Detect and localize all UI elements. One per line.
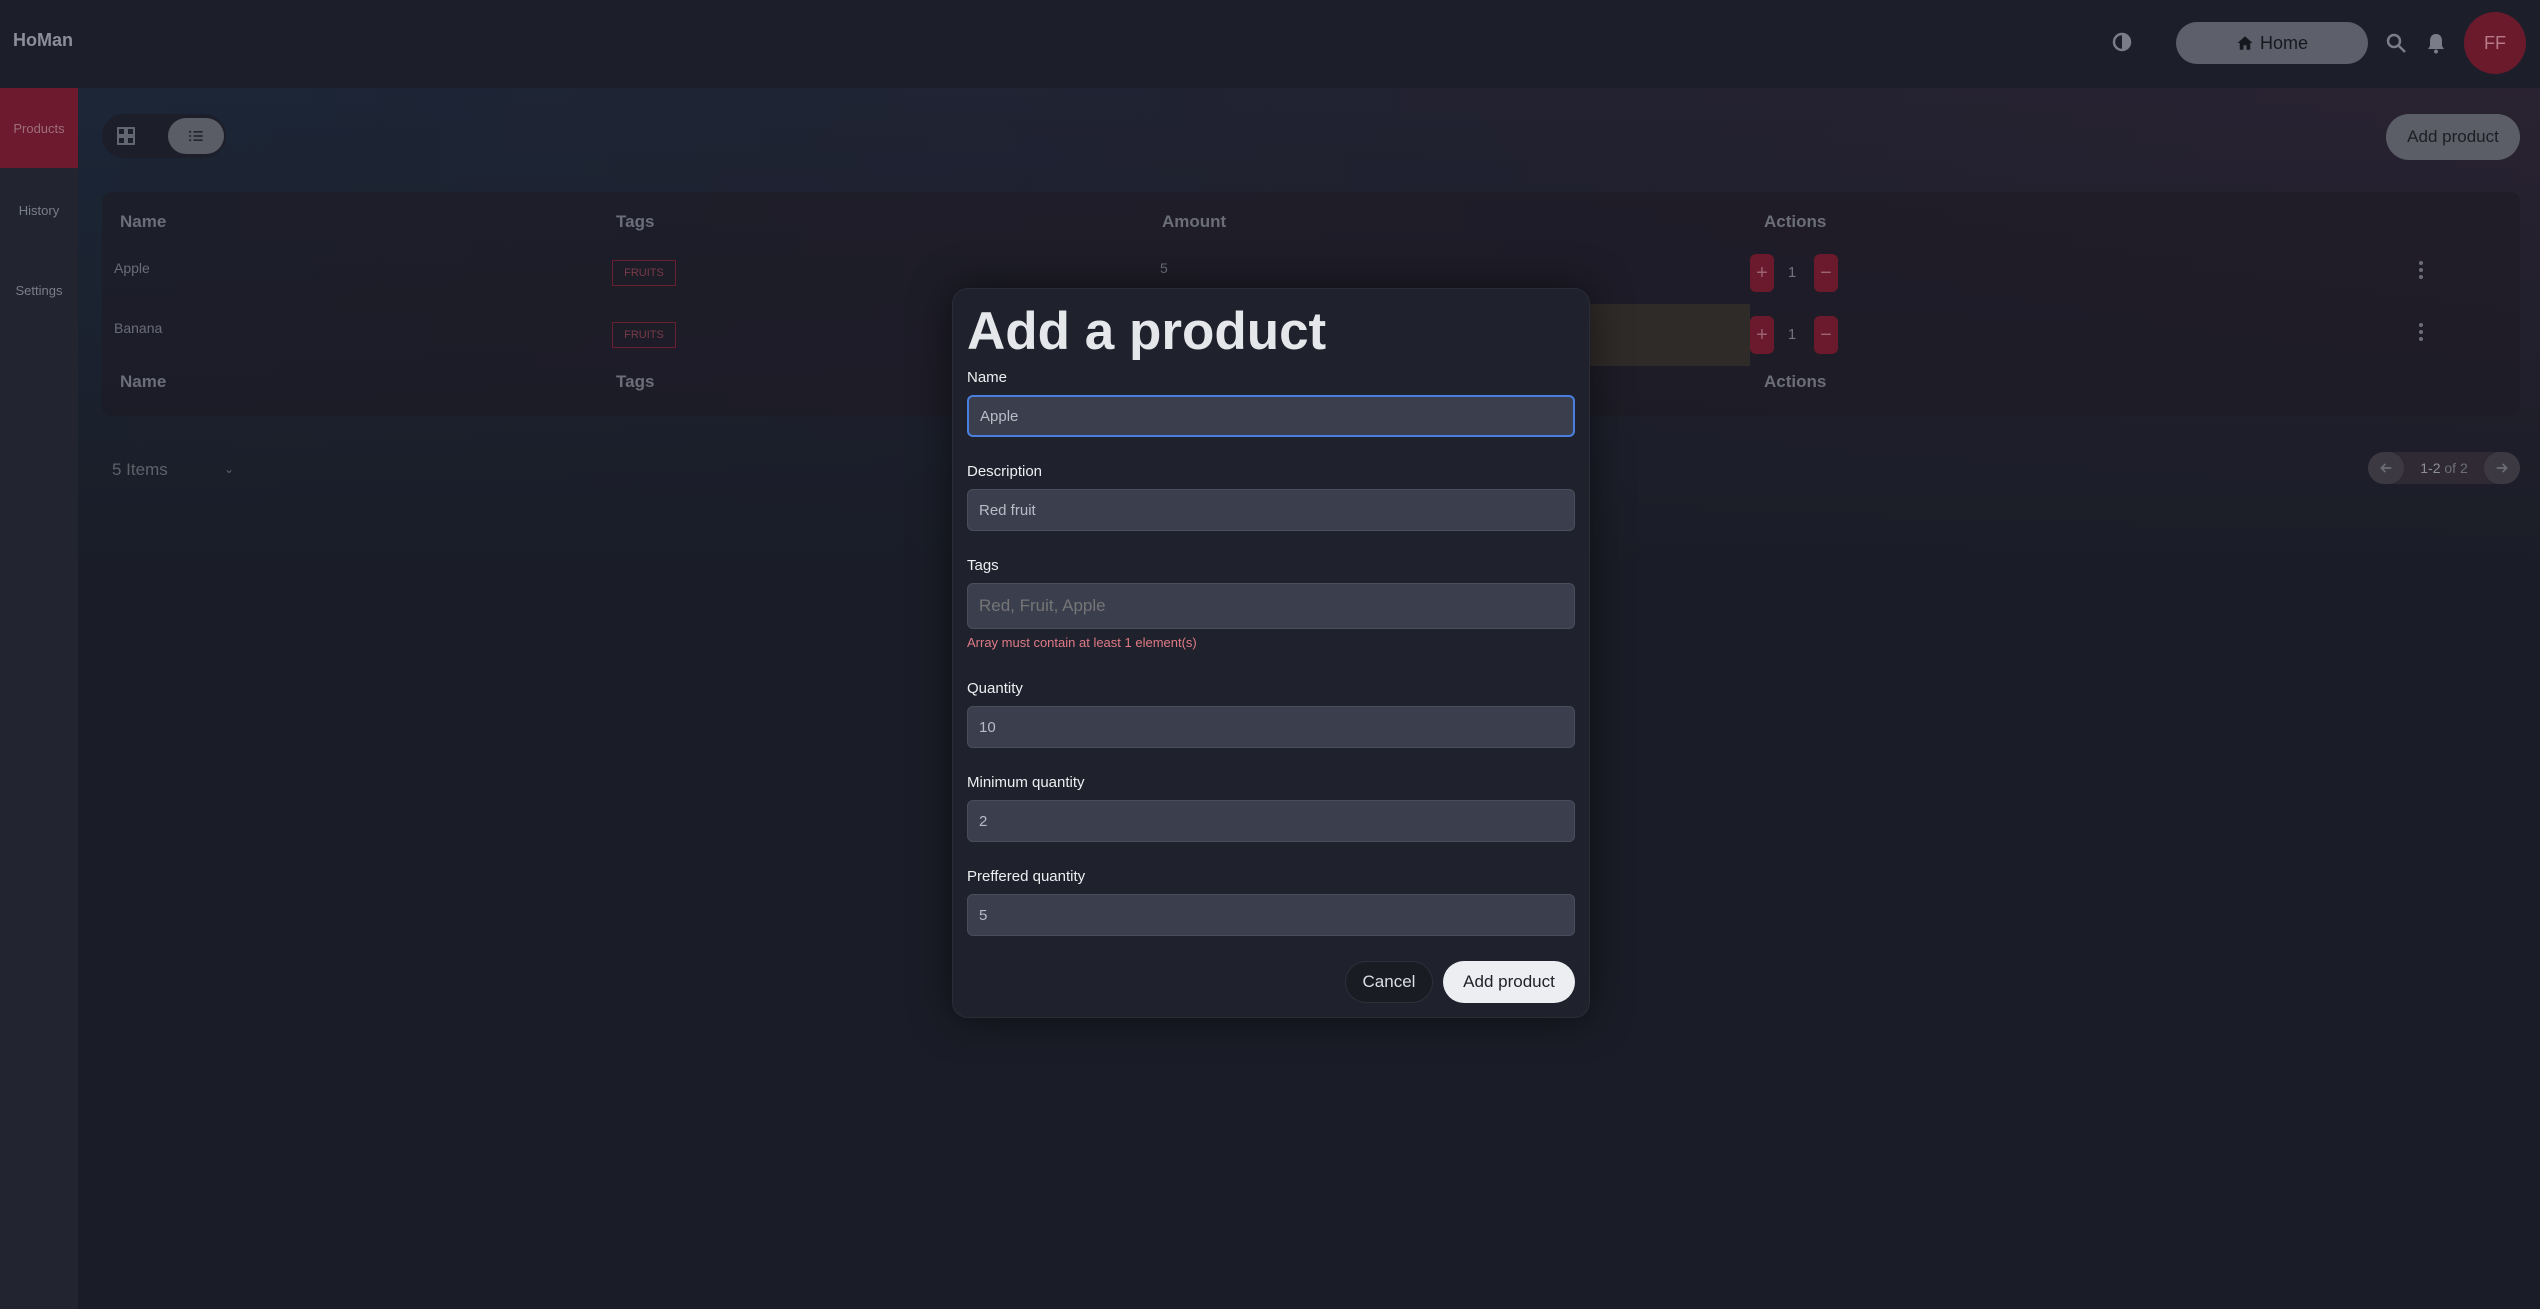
app-brand[interactable]: HoMan — [13, 30, 73, 51]
tags-error-message: Array must contain at least 1 element(s) — [967, 635, 1197, 650]
footer-header-actions: Actions — [1764, 372, 1827, 391]
home-icon — [2237, 36, 2253, 50]
next-page-button[interactable] — [2483, 452, 2520, 484]
prev-page-button[interactable] — [2368, 452, 2404, 484]
submit-add-product-button[interactable]: Add product — [1443, 961, 1575, 1003]
items-per-page-value: 5 Items — [112, 460, 168, 479]
name-label: Name — [967, 369, 1008, 386]
quantity-input[interactable] — [967, 706, 1575, 748]
home-button-label: Home — [2259, 32, 2308, 53]
list-view-button[interactable] — [168, 118, 224, 154]
sidebar-item-history[interactable]: History — [0, 170, 78, 250]
list-view-icon — [189, 130, 203, 142]
column-header-name[interactable]: Name — [120, 212, 166, 232]
minimum-quantity-label: Minimum quantity — [967, 774, 1085, 791]
name-input[interactable] — [967, 395, 1575, 437]
tags-label: Tags — [967, 557, 999, 574]
add-product-dialog: Add a product Name Description Tags Arra… — [952, 288, 1590, 1018]
sidebar: Products History Settings — [0, 88, 78, 1309]
row-apple-step-value[interactable]: 1 — [1780, 264, 1804, 281]
view-toggle — [102, 114, 226, 158]
sidebar-item-settings[interactable]: Settings — [0, 250, 78, 330]
minimum-quantity-input[interactable] — [967, 800, 1575, 842]
add-product-button[interactable]: Add product — [2386, 114, 2520, 160]
description-input[interactable] — [967, 489, 1575, 531]
quantity-label: Quantity — [967, 680, 1023, 697]
grid-view-icon[interactable] — [114, 124, 138, 148]
cancel-button[interactable]: Cancel — [1345, 961, 1433, 1003]
home-button[interactable]: Home — [2176, 22, 2368, 64]
page-range-value: 1-2 — [2420, 460, 2441, 476]
row-banana-step-value[interactable]: 1 — [1780, 326, 1804, 343]
notifications-bell-icon[interactable] — [2424, 31, 2448, 55]
chevron-down-icon: ⌄ — [223, 462, 234, 476]
dialog-title: Add a product — [967, 302, 1327, 361]
arrow-right-icon — [2496, 463, 2508, 473]
row-banana-name[interactable]: Banana — [114, 320, 162, 336]
row-banana-increment-button[interactable]: + — [1750, 316, 1774, 354]
row-apple-amount: 5 — [1160, 260, 1168, 276]
preferred-quantity-input[interactable] — [967, 894, 1575, 936]
row-apple-name[interactable]: Apple — [114, 260, 150, 276]
top-bar: HoMan Home FF — [0, 0, 2540, 88]
column-header-actions: Actions — [1764, 212, 1827, 231]
user-avatar[interactable]: FF — [2464, 12, 2526, 74]
tags-input[interactable] — [967, 583, 1575, 629]
items-per-page-select[interactable]: 5 Items ⌄ — [102, 452, 242, 488]
description-label: Description — [967, 463, 1043, 480]
sidebar-item-products[interactable]: Products — [0, 88, 78, 168]
column-header-amount[interactable]: Amount — [1162, 212, 1226, 232]
row-banana-tag: FRUITS — [612, 322, 676, 348]
column-header-tags[interactable]: Tags — [616, 212, 654, 232]
page-range: 1-2 of 2 — [2420, 460, 2467, 476]
row-apple-increment-button[interactable]: + — [1750, 254, 1774, 292]
row-banana-more-icon[interactable] — [2416, 322, 2426, 342]
footer-header-tags: Tags — [616, 372, 655, 391]
preferred-quantity-label: Preffered quantity — [967, 868, 1086, 885]
row-apple-more-icon[interactable] — [2416, 260, 2426, 280]
theme-toggle-icon[interactable] — [2110, 30, 2134, 54]
arrow-left-icon — [2380, 463, 2392, 473]
search-icon[interactable] — [2384, 31, 2408, 55]
page-total: of 2 — [2444, 460, 2468, 476]
row-banana-decrement-button[interactable]: − — [1814, 316, 1838, 354]
row-apple-tag: FRUITS — [612, 260, 676, 286]
pagination: 1-2 of 2 — [2368, 452, 2520, 484]
row-apple-decrement-button[interactable]: − — [1814, 254, 1838, 292]
footer-header-name: Name — [120, 372, 167, 391]
